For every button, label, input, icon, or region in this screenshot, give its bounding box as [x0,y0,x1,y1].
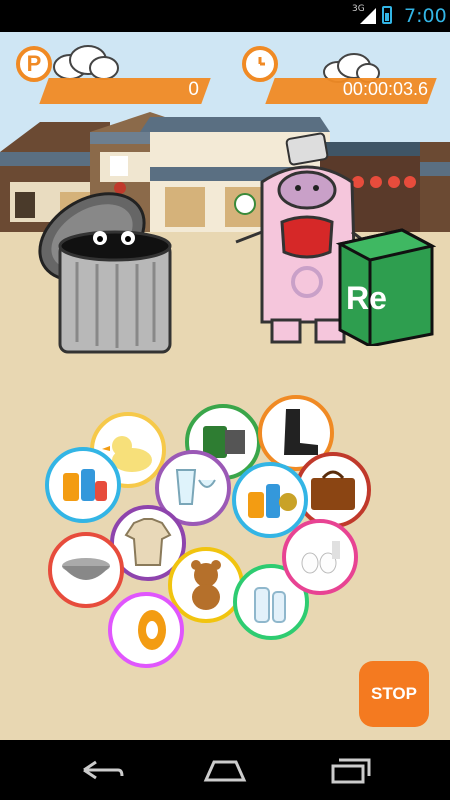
timer-value: 00:00:03.6 [342,79,428,99]
pot-icon [62,558,110,580]
stopwatch-icon [242,46,278,82]
tape-icon [138,610,166,650]
timer-display: 00:00:03.6 [240,46,437,104]
home-icon[interactable] [200,754,250,786]
recycle-box: Re [332,224,436,346]
points-value: 0 [188,79,199,100]
recycle-box-label: Re [346,280,387,316]
item-egg-carton[interactable] [282,519,358,595]
points-display: P 0 [14,46,211,104]
recent-apps-icon[interactable] [325,754,375,786]
clock: 7:00 [404,5,447,27]
points-icon: P [16,46,52,82]
bear-icon [191,560,221,610]
back-icon[interactable] [76,754,126,786]
cans-icon [63,469,107,501]
signal-icon [360,8,376,24]
status-bar: 3G 7:00 [0,0,450,32]
eggs-icon [301,541,340,574]
stop-button[interactable]: STOP [359,661,429,727]
item-tape-roll[interactable] [108,592,184,668]
item-cans[interactable] [45,447,121,523]
bag-icon [311,470,355,510]
trash-can-character [38,192,172,354]
navigation-bar [0,740,450,800]
game-scene: P 0 00:00:03.6 Re STOP [0,32,450,740]
battery-icon [382,6,392,24]
